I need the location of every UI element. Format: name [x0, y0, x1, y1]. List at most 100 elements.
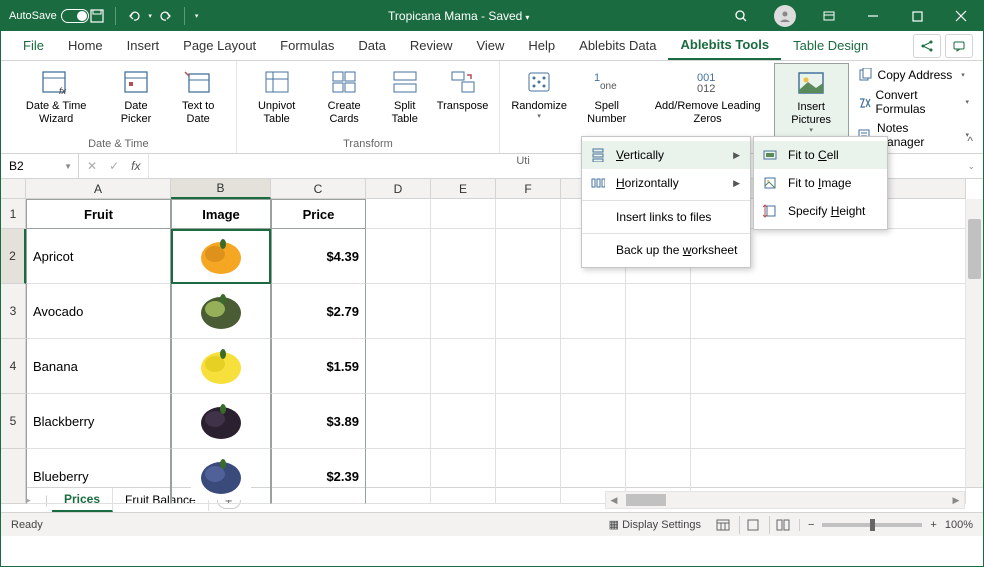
tab-data[interactable]: Data — [346, 32, 397, 59]
page-layout-view-icon[interactable] — [739, 516, 761, 534]
insert-pictures-button[interactable]: Insert Pictures▾ — [774, 63, 849, 137]
tab-ablebits-data[interactable]: Ablebits Data — [567, 32, 668, 59]
date-picker-button[interactable]: Date Picker — [105, 63, 166, 126]
fx-icon[interactable]: fx — [131, 159, 140, 173]
cell[interactable] — [561, 339, 626, 394]
cell[interactable]: Apricot — [26, 229, 171, 284]
column-header[interactable]: D — [366, 179, 431, 199]
cell[interactable]: Banana — [26, 339, 171, 394]
cell[interactable]: $1.59 — [271, 339, 366, 394]
cell[interactable] — [366, 229, 431, 284]
date-time-wizard-button[interactable]: fxDate & Time Wizard — [7, 63, 105, 126]
cell[interactable] — [366, 284, 431, 339]
zoom-slider[interactable] — [822, 523, 922, 527]
cell[interactable]: Blackberry — [26, 394, 171, 449]
tab-home[interactable]: Home — [56, 32, 115, 59]
cell[interactable]: Avocado — [26, 284, 171, 339]
copy-address-button[interactable]: Copy Address▾ — [853, 65, 973, 85]
share-button[interactable] — [913, 34, 941, 58]
unpivot-table-button[interactable]: Unpivot Table — [243, 63, 311, 126]
save-icon[interactable] — [89, 8, 105, 24]
column-header[interactable]: F — [496, 179, 561, 199]
tab-table-design[interactable]: Table Design — [781, 32, 880, 59]
cell[interactable] — [171, 339, 271, 394]
cell[interactable]: Image — [171, 199, 271, 229]
cell[interactable]: Blueberry — [26, 449, 171, 504]
cell[interactable] — [431, 229, 496, 284]
cell[interactable] — [626, 284, 691, 339]
tab-help[interactable]: Help — [516, 32, 567, 59]
undo-icon[interactable] — [126, 8, 142, 24]
row-header[interactable]: 4 — [1, 339, 26, 394]
page-break-view-icon[interactable] — [769, 516, 791, 534]
cell[interactable] — [431, 199, 496, 229]
name-box[interactable]: B2▼ — [1, 154, 79, 178]
cell[interactable] — [626, 394, 691, 449]
zoom-out-button[interactable]: − — [799, 519, 814, 531]
horizontal-scrollbar[interactable]: ◀▶ — [605, 491, 965, 509]
normal-view-icon[interactable] — [709, 516, 731, 534]
cell[interactable] — [171, 394, 271, 449]
cell[interactable]: $3.89 — [271, 394, 366, 449]
cell[interactable]: $2.39 — [271, 449, 366, 504]
close-icon[interactable] — [939, 1, 983, 31]
cell[interactable] — [561, 394, 626, 449]
convert-formulas-button[interactable]: Convert Formulas▾ — [853, 86, 973, 118]
cell[interactable] — [431, 394, 496, 449]
transpose-button[interactable]: Transpose — [432, 63, 494, 113]
text-to-date-button[interactable]: Text to Date — [167, 63, 230, 126]
cell[interactable] — [496, 394, 561, 449]
tab-file[interactable]: File — [11, 32, 56, 59]
cell[interactable] — [691, 284, 966, 339]
cell[interactable] — [626, 339, 691, 394]
ribbon-display-icon[interactable] — [807, 1, 851, 31]
cell[interactable] — [171, 284, 271, 339]
display-settings-button[interactable]: ▦ Display Settings — [609, 518, 701, 531]
cell[interactable] — [496, 449, 561, 504]
zoom-in-button[interactable]: + — [930, 519, 936, 531]
row-header[interactable]: 1 — [1, 199, 26, 229]
menu-horizontally[interactable]: Horizontally▶ — [582, 169, 750, 197]
leading-zeros-button[interactable]: 001012Add/Remove Leading Zeros — [641, 63, 773, 126]
cell[interactable]: $4.39 — [271, 229, 366, 284]
selected-cell[interactable] — [171, 229, 271, 284]
cell[interactable] — [431, 284, 496, 339]
select-all-corner[interactable] — [1, 179, 26, 199]
menu-specify-height[interactable]: Specify Height — [754, 197, 887, 225]
menu-fit-to-image[interactable]: Fit to Image — [754, 169, 887, 197]
minimize-icon[interactable] — [851, 1, 895, 31]
autosave-toggle[interactable]: AutoSave On — [9, 9, 83, 23]
cell[interactable] — [496, 199, 561, 229]
cell[interactable]: Fruit — [26, 199, 171, 229]
collapse-ribbon-icon[interactable]: ^ — [967, 134, 973, 148]
redo-icon[interactable] — [158, 8, 174, 24]
vertical-scrollbar[interactable] — [965, 199, 983, 487]
cell[interactable]: Price — [271, 199, 366, 229]
create-cards-button[interactable]: Create Cards — [311, 63, 378, 126]
cell[interactable]: $2.79 — [271, 284, 366, 339]
undo-dropdown-icon[interactable]: ▾ — [148, 12, 152, 20]
tab-insert[interactable]: Insert — [115, 32, 172, 59]
row-header[interactable]: 5 — [1, 394, 26, 449]
cell[interactable] — [496, 339, 561, 394]
column-header[interactable]: E — [431, 179, 496, 199]
randomize-button[interactable]: Randomize▾ — [506, 63, 572, 122]
row-header[interactable] — [1, 449, 26, 504]
tab-page-layout[interactable]: Page Layout — [171, 32, 268, 59]
maximize-icon[interactable] — [895, 1, 939, 31]
tab-formulas[interactable]: Formulas — [268, 32, 346, 59]
cell[interactable] — [431, 339, 496, 394]
tab-view[interactable]: View — [464, 32, 516, 59]
cell[interactable] — [496, 229, 561, 284]
cancel-formula-icon[interactable]: ✕ — [87, 159, 97, 173]
cell[interactable] — [171, 449, 271, 504]
menu-backup-worksheet[interactable]: Back up the worksheet — [582, 237, 750, 263]
row-header[interactable]: 2 — [1, 229, 26, 284]
menu-fit-to-cell[interactable]: Fit to Cell — [754, 141, 887, 169]
spell-number-button[interactable]: 1oneSpell Number — [572, 63, 642, 126]
enter-formula-icon[interactable]: ✓ — [109, 159, 119, 173]
cell[interactable] — [366, 394, 431, 449]
menu-insert-links[interactable]: Insert links to files — [582, 204, 750, 230]
tab-review[interactable]: Review — [398, 32, 465, 59]
zoom-level[interactable]: 100% — [945, 519, 973, 531]
